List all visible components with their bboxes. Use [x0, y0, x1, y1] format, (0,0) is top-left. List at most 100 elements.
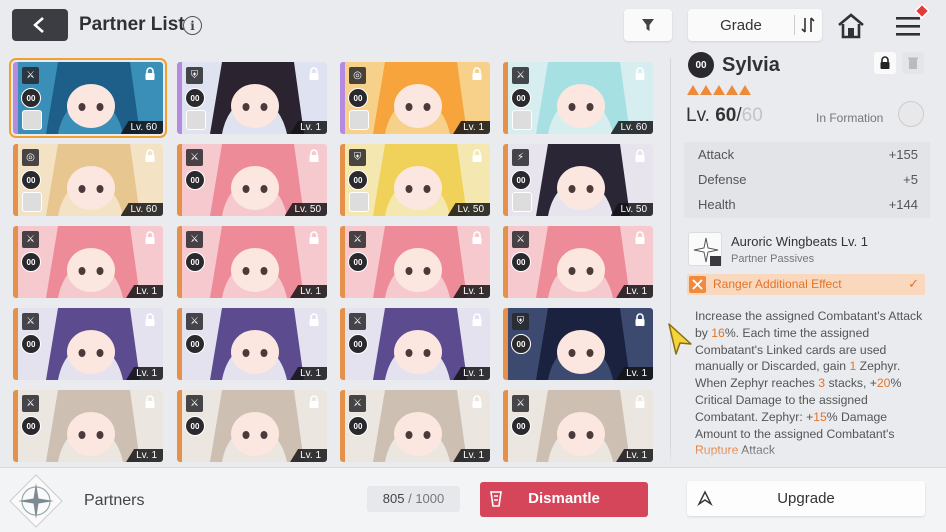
stats-box: Attack +155 Defense +5 Health +144: [684, 142, 930, 218]
lock-button[interactable]: [874, 52, 896, 74]
class-ranger-icon: ⚔: [22, 67, 39, 84]
class-ranger-icon: ⚔: [512, 67, 529, 84]
lock-icon: [472, 67, 482, 80]
stat-defense: Defense +5: [698, 172, 918, 187]
passive-skill-icon[interactable]: [688, 232, 722, 266]
highlight-value: 20: [876, 376, 891, 391]
lock-icon: [145, 395, 155, 408]
lock-icon: [635, 67, 645, 80]
equipped-partner-avatar: [22, 192, 42, 212]
filter-button[interactable]: [624, 9, 672, 41]
class-striker-icon: ◎: [22, 149, 39, 166]
description-fade: [670, 445, 946, 467]
lock-icon: [635, 313, 645, 326]
partner-card[interactable]: ⚔ 00 Lv. 60: [503, 62, 653, 134]
class-guard-icon: ⛨: [186, 67, 203, 84]
class-ranger-icon: ⚔: [186, 395, 203, 412]
level-prefix: Lv.: [686, 105, 716, 126]
equipped-partner-avatar: [512, 110, 532, 130]
lock-icon: [472, 313, 482, 326]
upgrade-button[interactable]: Upgrade: [687, 481, 925, 516]
rank-emblem: 00: [185, 416, 205, 436]
rank-emblem: 00: [21, 170, 41, 190]
partner-card[interactable]: ⚔ 00 Lv. 1: [177, 226, 327, 298]
lock-icon: [472, 231, 482, 244]
star-icon: [713, 85, 725, 95]
partner-card[interactable]: ⚔ 00 Lv. 1: [340, 308, 490, 380]
info-icon[interactable]: i: [183, 16, 202, 35]
effect-label: Ranger Additional Effect: [713, 277, 842, 291]
partner-card[interactable]: ⚔ 00 Lv. 1: [13, 226, 163, 298]
rank-emblem: 00: [511, 416, 531, 436]
rank-emblem: 00: [21, 252, 41, 272]
partner-card[interactable]: ⚔ 00 Lv. 1: [340, 390, 490, 462]
lock-icon: [635, 231, 645, 244]
level-current: 60: [715, 105, 737, 126]
sort-order-icon[interactable]: [798, 16, 818, 34]
stat-name: Attack: [698, 147, 735, 162]
partner-card[interactable]: ⚔ 00 Lv. 1: [177, 308, 327, 380]
passive-subtitle: Partner Passives: [731, 253, 815, 265]
formation-avatar[interactable]: [898, 101, 924, 127]
partner-card[interactable]: ◎ 00 Lv. 1: [340, 62, 490, 134]
equipped-partner-avatar: [512, 192, 532, 212]
partner-card[interactable]: ⚔ 00 Lv. 1: [503, 390, 653, 462]
highlight-value: 16: [711, 325, 725, 340]
class-psionic-icon: ⚡: [512, 149, 529, 166]
partner-card[interactable]: ◎ 00 Lv. 60: [13, 144, 163, 216]
partner-card[interactable]: ⚡ 00 Lv. 50: [503, 144, 653, 216]
partner-card[interactable]: ⚔ 00 Lv. 1: [13, 390, 163, 462]
equipped-partner-avatar: [186, 110, 206, 130]
partner-card[interactable]: ⛨ 00 Lv. 1: [503, 308, 653, 380]
trash-button[interactable]: [902, 52, 924, 74]
lock-icon: [309, 313, 319, 326]
home-icon[interactable]: [836, 11, 866, 41]
rank-emblem: 00: [348, 334, 368, 354]
partner-card[interactable]: ⚔ 00 Lv. 60: [9, 58, 167, 138]
rank-emblem: 00: [185, 88, 205, 108]
passive-description: Increase the assigned Combatant's Attack…: [695, 308, 931, 459]
sort-dropdown[interactable]: Grade: [688, 9, 822, 41]
star-icon: [739, 85, 751, 95]
lock-icon: [309, 395, 319, 408]
partner-card[interactable]: ⚔ 00 Lv. 1: [177, 390, 327, 462]
partner-card[interactable]: ⛨ 00 Lv. 50: [340, 144, 490, 216]
lock-icon: [145, 67, 155, 80]
dismantle-button[interactable]: Dismantle: [480, 482, 648, 517]
rank-emblem: 00: [21, 416, 41, 436]
page-title: Partner List: [79, 14, 185, 35]
partner-card[interactable]: ⚔ 00 Lv. 1: [13, 308, 163, 380]
stat-name: Defense: [698, 172, 747, 187]
class-ranger-icon: ⚔: [22, 231, 39, 248]
partners-label: Partners: [84, 492, 145, 509]
lock-icon: [145, 313, 155, 326]
level-display: Lv. 60/60: [686, 105, 763, 127]
star-icon: [700, 85, 712, 95]
bottom-bar: Partners 805 / 1000 Dismantle Upgrade: [0, 467, 946, 532]
partner-name: Sylvia: [722, 54, 780, 76]
stat-value: +155: [888, 147, 918, 162]
class-ranger-icon: ⚔: [186, 149, 203, 166]
count-max: 1000: [415, 491, 445, 506]
back-button[interactable]: [12, 9, 68, 41]
rank-emblem: 00: [511, 252, 531, 272]
partner-count: 805 / 1000: [367, 486, 460, 512]
stat-value: +144: [888, 197, 918, 212]
class-ranger-icon: ⚔: [349, 231, 366, 248]
lock-icon: [145, 149, 155, 162]
lock-icon: [635, 149, 645, 162]
lock-icon: [309, 149, 319, 162]
partner-card[interactable]: ⚔ 00 Lv. 1: [503, 226, 653, 298]
lock-icon: [472, 149, 482, 162]
rank-emblem: 00: [348, 252, 368, 272]
partner-grid: ⚔ 00 Lv. 60 ⛨ 00 Lv. 1 ◎ 00 Lv. 1 ⚔ 00 Lv. 60 ◎ 00 Lv.…: [0, 52, 670, 467]
sort-label: Grade: [720, 17, 762, 34]
stat-health: Health +144: [698, 197, 918, 212]
partner-card[interactable]: ⛨ 00 Lv. 1: [177, 62, 327, 134]
partner-card[interactable]: ⚔ 00 Lv. 50: [177, 144, 327, 216]
equipped-partner-avatar: [349, 192, 369, 212]
rank-emblem: 00: [348, 416, 368, 436]
partner-card[interactable]: ⚔ 00 Lv. 1: [340, 226, 490, 298]
class-ranger-icon: ⚔: [512, 395, 529, 412]
ranger-effect-bar: Ranger Additional Effect ✓: [687, 274, 925, 295]
